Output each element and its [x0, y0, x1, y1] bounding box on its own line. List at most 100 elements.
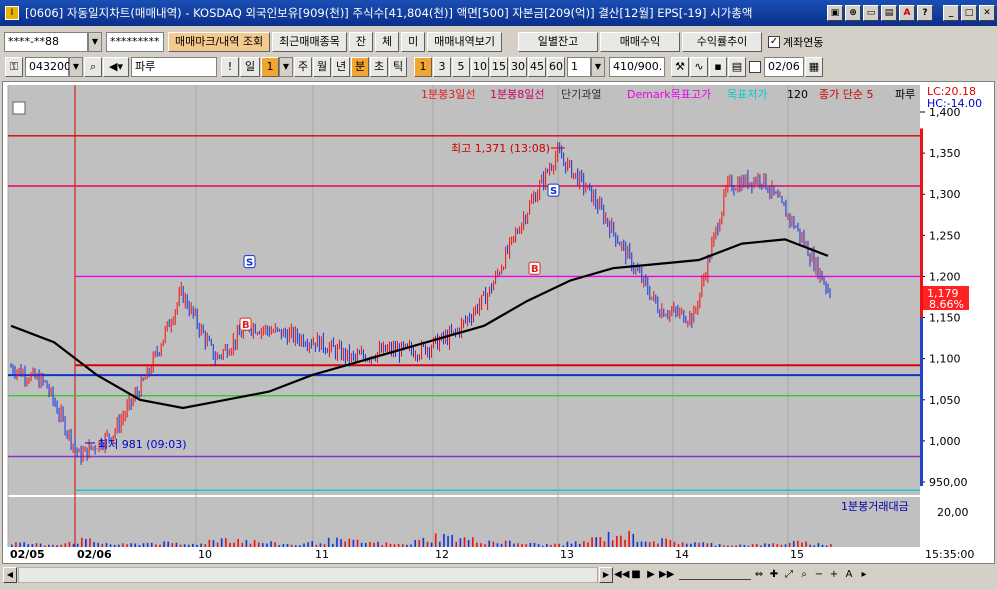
volume-bar	[780, 544, 783, 547]
link-icon[interactable]: ⊕	[845, 5, 861, 21]
volume-bar	[393, 544, 396, 547]
date-field[interactable]: 02/06	[764, 57, 804, 77]
indicator-icon[interactable]: ∿	[690, 57, 708, 77]
balance-button[interactable]: 잔	[348, 32, 374, 52]
crosshair-icon[interactable]: ✚	[767, 567, 781, 583]
minute-30-button[interactable]: 30	[509, 57, 527, 77]
volume-bar	[751, 544, 754, 547]
recent-trades-button[interactable]: 최근매매종목	[272, 32, 347, 52]
close-button[interactable]: ✕	[979, 5, 995, 21]
expand-icon[interactable]: ⤢	[782, 567, 796, 583]
stock-code-field[interactable]: 043200	[25, 57, 71, 77]
minute-15-button[interactable]: 15	[490, 57, 508, 77]
trade-profit-button[interactable]: 매매수익	[600, 32, 681, 52]
volume-bar	[130, 543, 132, 547]
more-icon[interactable]: ▸	[857, 567, 871, 583]
minute-10-button[interactable]: 10	[471, 57, 489, 77]
interval-field[interactable]: 1	[567, 57, 591, 77]
scroll-right-icon[interactable]: ▶	[599, 567, 613, 583]
zoom-in-icon[interactable]: ⌕	[797, 567, 811, 583]
minimize-button[interactable]: _	[943, 5, 959, 21]
bar-count-field[interactable]: 410/900.	[609, 57, 665, 77]
minute-60-button[interactable]: 60	[547, 57, 565, 77]
return-trend-button[interactable]: 수익률추이	[682, 32, 763, 52]
period-tick-button[interactable]: 틱	[389, 57, 407, 77]
volume-bar	[134, 543, 137, 547]
period-minute-button[interactable]: 분	[351, 57, 369, 77]
volume-bar	[632, 533, 635, 547]
font-size-icon[interactable]: A	[842, 567, 856, 583]
chart-area[interactable]: 1,400 1,350 1,300 1,250 1,200 1,150 1,100 1,050…	[2, 81, 995, 564]
play-icon[interactable]: ▶	[644, 567, 658, 583]
period-week-button[interactable]: 주	[294, 57, 312, 77]
minute-3-button[interactable]: 3	[433, 57, 451, 77]
period-month-button[interactable]: 월	[313, 57, 331, 77]
volume-bar	[196, 544, 198, 547]
volume-bar	[702, 542, 705, 547]
account-field[interactable]: ****-**88	[4, 32, 88, 52]
price-chart[interactable]: 1,4001,3501,3001,2501,2001,1501,1001,050…	[3, 82, 994, 563]
minute-1-button[interactable]: 1	[414, 57, 432, 77]
stock-name-field[interactable]: 파루	[131, 57, 217, 77]
volume-bar	[323, 544, 326, 547]
volume-bar	[290, 544, 293, 547]
volume-bar	[537, 544, 540, 547]
volume-bar	[93, 542, 95, 547]
print-chart-icon[interactable]: ▤	[728, 57, 746, 77]
date-checkbox[interactable]	[749, 61, 761, 73]
daily-balance-button[interactable]: 일별잔고	[518, 32, 599, 52]
high-price-label: 최고 1,371 (13:08)	[451, 142, 550, 155]
print-icon[interactable]: ▤	[881, 5, 897, 21]
scroll-left-icon[interactable]: ◀	[3, 567, 17, 583]
screen-save-icon[interactable]: ▣	[827, 5, 843, 21]
zoom-slider[interactable]	[679, 570, 751, 580]
volume-bar	[447, 535, 449, 547]
volume-bar	[706, 543, 709, 547]
maximize-button[interactable]: □	[961, 5, 977, 21]
minute-45-button[interactable]: 45	[528, 57, 546, 77]
minus-icon[interactable]: −	[812, 567, 826, 583]
volume-bar	[216, 542, 219, 547]
stock-code-dropdown-icon[interactable]: ▼	[69, 57, 83, 77]
plus-icon[interactable]: +	[827, 567, 841, 583]
lock-icon[interactable]: ⚿	[5, 57, 23, 77]
speaker-icon[interactable]: ◀▾	[103, 57, 129, 77]
chart-scroll-bar[interactable]: ◀ ▶ ◀◀ ■ ▶ ▶▶ ⇔ ✚ ⤢ ⌕ − + A ▸	[2, 565, 995, 585]
alert-icon[interactable]: !	[221, 57, 239, 77]
pending-button[interactable]: 미	[401, 32, 426, 52]
password-field[interactable]: *********	[106, 32, 164, 52]
help-icon[interactable]: ?	[917, 5, 933, 21]
calendar-icon[interactable]: ▦	[805, 57, 823, 77]
period-day-button[interactable]: 일	[240, 57, 260, 77]
tool-icon[interactable]: ⚒	[671, 57, 689, 77]
trade-history-button[interactable]: 매매내역보기	[427, 32, 503, 52]
stop-icon[interactable]: ■	[629, 567, 643, 583]
period-day-count[interactable]: 1	[261, 57, 279, 77]
volume-bar	[607, 531, 610, 547]
period-second-button[interactable]: 초	[370, 57, 388, 77]
chart-config-icon[interactable]	[12, 101, 26, 115]
toolbar-account: ****-**88 ▼ ********* 매매마크/내역 조회 최근매매종목 …	[0, 30, 997, 54]
volume-bar	[722, 545, 725, 547]
rewind-icon[interactable]: ◀◀	[614, 567, 629, 583]
horizontal-scrollbar[interactable]	[18, 567, 598, 583]
execution-button[interactable]: 체	[375, 32, 400, 52]
pan-icon[interactable]: ⇔	[752, 567, 766, 583]
interval-dropdown-icon[interactable]: ▼	[591, 57, 605, 77]
window-icon[interactable]: ▭	[863, 5, 879, 21]
forward-icon[interactable]: ▶▶	[659, 567, 674, 583]
account-link-checkbox[interactable]: ✓	[768, 36, 781, 48]
search-icon[interactable]: ⌕	[84, 57, 102, 77]
save-icon[interactable]: ▪	[709, 57, 727, 77]
volume-bar	[727, 545, 729, 547]
font-icon[interactable]: A	[899, 5, 915, 21]
period-day-dropdown-icon[interactable]: ▼	[279, 57, 293, 77]
account-dropdown-icon[interactable]: ▼	[88, 32, 102, 52]
period-year-button[interactable]: 년	[332, 57, 350, 77]
trade-mark-query-button[interactable]: 매매마크/내역 조회	[168, 32, 271, 52]
minute-5-button[interactable]: 5	[452, 57, 470, 77]
volume-bar	[60, 544, 62, 547]
toolbar-chart: ⚿ 043200 ▼ ⌕ ◀▾ 파루 ! 일 1 ▼ 주 월 년 분 초 틱 1…	[0, 56, 997, 78]
volume-bar	[327, 537, 330, 547]
volume-bar	[97, 542, 100, 547]
